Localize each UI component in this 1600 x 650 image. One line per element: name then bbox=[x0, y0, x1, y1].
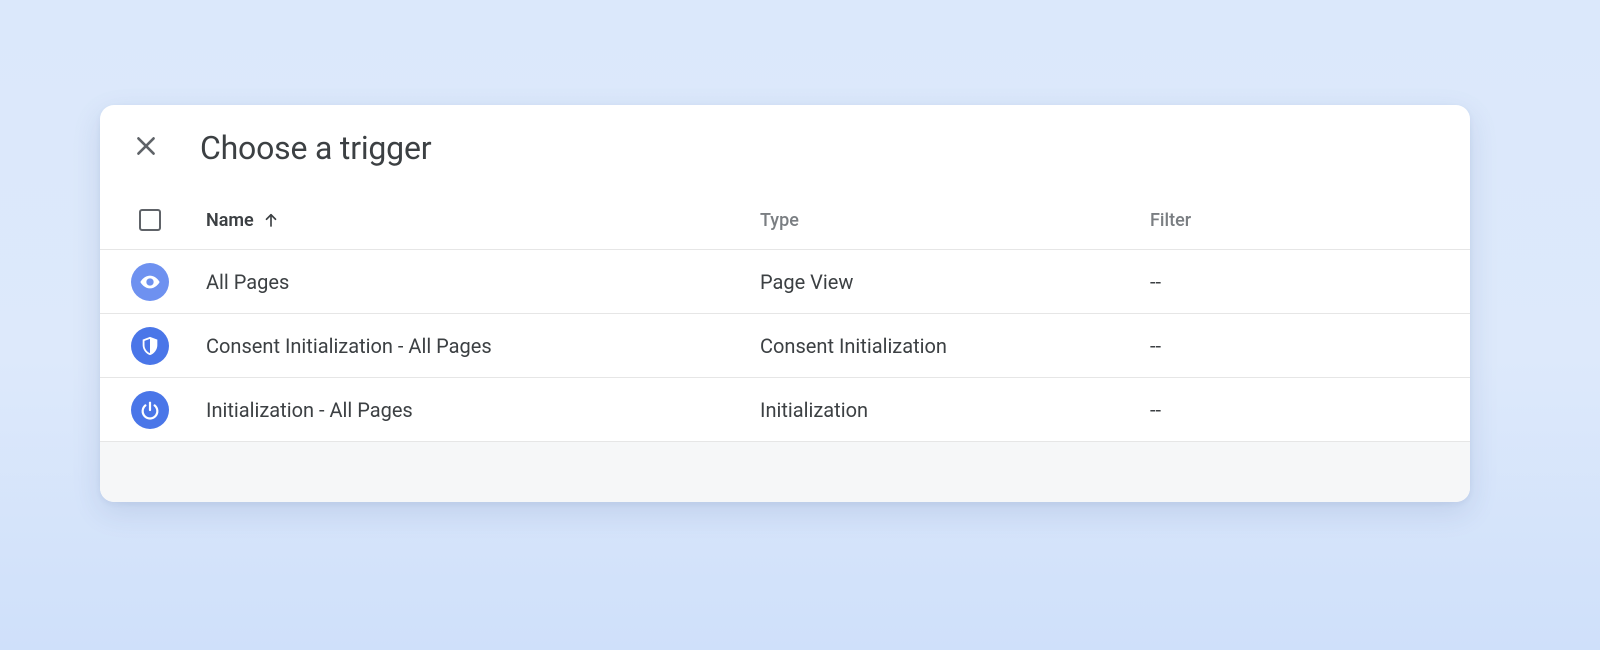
trigger-type: Page View bbox=[760, 270, 1150, 294]
power-icon bbox=[131, 391, 169, 429]
select-all-checkbox[interactable] bbox=[139, 209, 161, 231]
close-icon bbox=[133, 133, 159, 163]
close-button[interactable] bbox=[128, 130, 164, 166]
column-header-name[interactable]: Name bbox=[206, 210, 280, 231]
column-header-type: Type bbox=[760, 210, 799, 231]
panel-header: Choose a trigger bbox=[100, 105, 1470, 197]
trigger-name: All Pages bbox=[200, 270, 760, 294]
choose-trigger-panel: Choose a trigger Name Type Filter bbox=[100, 105, 1470, 502]
trigger-type: Initialization bbox=[760, 398, 1150, 422]
sort-ascending-icon bbox=[262, 211, 280, 229]
panel-title: Choose a trigger bbox=[200, 129, 431, 167]
trigger-filter: -- bbox=[1150, 270, 1470, 294]
eye-icon bbox=[131, 263, 169, 301]
trigger-type: Consent Initialization bbox=[760, 334, 1150, 358]
trigger-filter: -- bbox=[1150, 398, 1470, 422]
table-header-row: Name Type Filter bbox=[100, 197, 1470, 250]
panel-footer bbox=[100, 442, 1470, 502]
trigger-row[interactable]: All Pages Page View -- bbox=[100, 250, 1470, 314]
column-header-name-label: Name bbox=[206, 210, 254, 231]
trigger-name: Initialization - All Pages bbox=[200, 398, 760, 422]
column-header-filter: Filter bbox=[1150, 210, 1191, 231]
trigger-row[interactable]: Consent Initialization - All Pages Conse… bbox=[100, 314, 1470, 378]
trigger-row[interactable]: Initialization - All Pages Initializatio… bbox=[100, 378, 1470, 442]
trigger-name: Consent Initialization - All Pages bbox=[200, 334, 760, 358]
shield-icon bbox=[131, 327, 169, 365]
trigger-filter: -- bbox=[1150, 334, 1470, 358]
